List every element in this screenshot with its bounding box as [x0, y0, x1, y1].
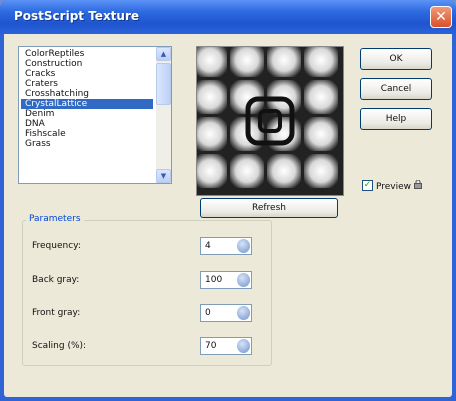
dialog-window: PostScript Texture ✕ ColorReptiles Constr… [0, 0, 456, 401]
front-gray-value[interactable]: 0 [205, 308, 211, 318]
preview-label: Preview [376, 179, 422, 193]
scroll-up-arrow-icon[interactable]: ▲ [156, 47, 171, 61]
front-gray-spin-arrows-icon[interactable] [237, 306, 250, 320]
back-gray-label: Back gray: [32, 275, 80, 285]
texture-list-item[interactable]: Denim [21, 109, 153, 119]
preview-checkbox[interactable]: ✓ [362, 180, 373, 191]
texture-list-item[interactable]: Grass [21, 139, 153, 149]
texture-list-item[interactable]: CrystalLattice [21, 99, 153, 109]
close-button[interactable]: ✕ [430, 6, 452, 28]
texture-list-item[interactable]: Craters [21, 79, 153, 89]
texture-list[interactable]: ColorReptiles Construction Cracks Craters Cr… [18, 46, 172, 184]
scaling-value[interactable]: 70 [205, 341, 216, 351]
front-gray-spinner[interactable]: 0 [200, 304, 252, 322]
scroll-thumb[interactable] [156, 63, 171, 105]
texture-list-item[interactable]: ColorReptiles [21, 49, 153, 59]
texture-list-item[interactable]: Cracks [21, 69, 153, 79]
texture-list-items: ColorReptiles Construction Cracks Craters Cr… [21, 49, 153, 149]
scaling-spin-arrows-icon[interactable] [237, 339, 250, 353]
texture-list-scrollbar[interactable]: ▲ ▼ [156, 47, 171, 183]
frequency-spin-arrows-icon[interactable] [237, 239, 250, 253]
preview-label-text: Preview [376, 182, 414, 192]
frequency-spinner[interactable]: 4 [200, 237, 252, 255]
preview-lock-icon [413, 179, 422, 189]
dialog-body: ColorReptiles Construction Cracks Craters Cr… [4, 34, 452, 397]
dialog-title: PostScript Texture [14, 9, 140, 23]
back-gray-spin-arrows-icon[interactable] [237, 273, 250, 287]
scroll-down-arrow-icon[interactable]: ▼ [156, 169, 171, 183]
cancel-button[interactable]: Cancel [360, 78, 432, 100]
back-gray-value[interactable]: 100 [205, 275, 222, 285]
back-gray-spinner[interactable]: 100 [200, 271, 252, 289]
texture-preview [196, 46, 344, 196]
ok-button[interactable]: OK [360, 48, 432, 70]
title-bar[interactable]: PostScript Texture ✕ [0, 0, 456, 34]
texture-list-item[interactable]: Construction [21, 59, 153, 69]
parameters-title: Parameters [26, 214, 84, 224]
refresh-button[interactable]: Refresh [200, 198, 338, 218]
frequency-value[interactable]: 4 [205, 241, 211, 251]
texture-list-item[interactable]: Crosshatching [21, 89, 153, 99]
front-gray-label: Front gray: [32, 308, 81, 318]
help-button[interactable]: Help [360, 108, 432, 130]
frequency-label: Frequency: [32, 241, 81, 251]
scaling-spinner[interactable]: 70 [200, 337, 252, 355]
texture-list-item[interactable]: Fishscale [21, 129, 153, 139]
scaling-label: Scaling (%): [32, 341, 87, 351]
crystal-lattice-pattern-icon [197, 47, 343, 195]
texture-list-item[interactable]: DNA [21, 119, 153, 129]
